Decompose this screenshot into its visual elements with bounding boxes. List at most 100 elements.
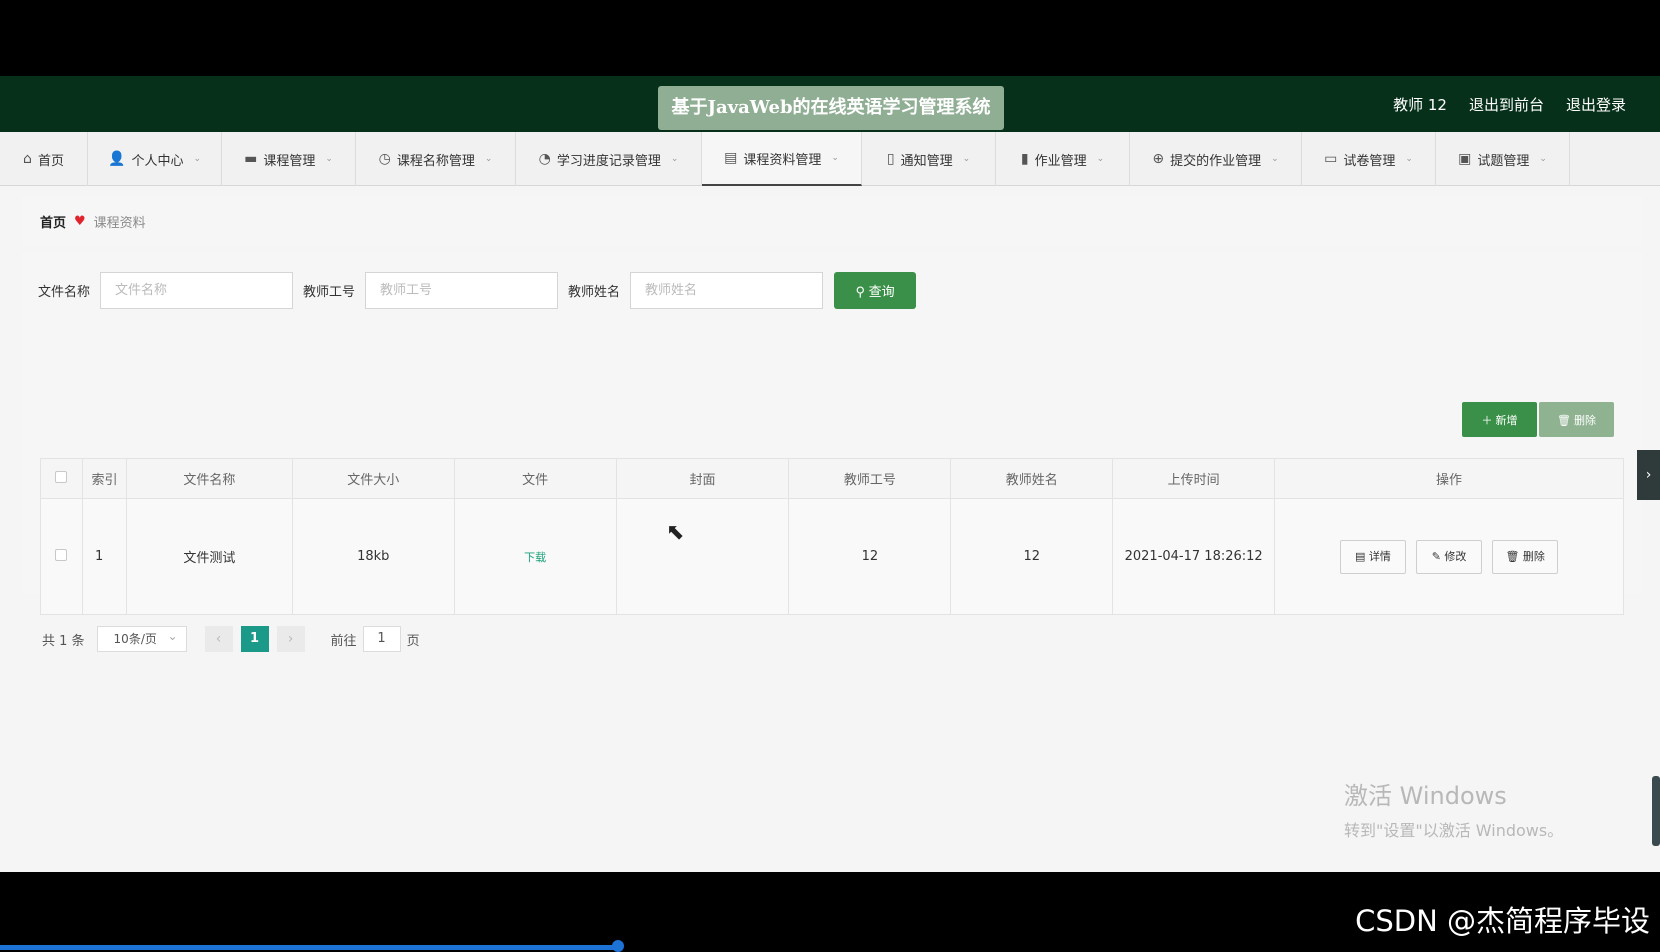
nav-item-5[interactable]: ▤ 课程资料管理 ⌄ bbox=[702, 132, 862, 186]
col-header-upload-time: 上传时间 bbox=[1112, 458, 1276, 499]
chevron-down-icon: ⌄ bbox=[1271, 154, 1279, 164]
chevron-down-icon: ⌄ bbox=[670, 154, 679, 164]
bulk-delete-label: 删除 bbox=[1574, 414, 1597, 427]
doc-icon: ▤ bbox=[1354, 549, 1369, 563]
chevron-down-icon: ⌄ bbox=[962, 154, 971, 164]
screen-frame: 基于JavaWeb的在线英语学习管理系统 教师 12 退出到前台 退出登录 ⌂ 首… bbox=[0, 0, 1660, 952]
select-all-cell bbox=[40, 458, 83, 499]
nav-item-9[interactable]: ▭ 试卷管理 ⌄ bbox=[1302, 132, 1436, 186]
file-name-label: 文件名称 bbox=[38, 285, 91, 300]
table-header-row: 索引 文件名称 文件大小 文件 封面 教师工号 教师姓名 上传时间 操作 bbox=[40, 458, 1624, 499]
next-page-button[interactable]: › bbox=[276, 626, 305, 652]
plus-icon: ＋ bbox=[1481, 414, 1496, 427]
col-header-file-size: 文件大小 bbox=[291, 458, 455, 499]
goto-label: 前往 bbox=[330, 633, 357, 649]
goto-page-input[interactable]: 1 bbox=[362, 626, 401, 652]
mouse-cursor-icon: ⬉ bbox=[666, 520, 685, 545]
chevron-down-icon: ⌄ bbox=[325, 154, 333, 164]
nav-item-label: 试题管理 bbox=[1477, 153, 1530, 169]
nav-item-label: 学习进度记录管理 bbox=[556, 153, 661, 169]
nav-item-6[interactable]: ▯ 通知管理 ⌄ bbox=[862, 132, 996, 186]
nav-item-label: 个人中心 bbox=[131, 153, 184, 169]
header-user-area: 教师 12 退出到前台 退出登录 bbox=[1393, 76, 1626, 132]
user-icon: 👤 bbox=[108, 151, 126, 167]
edit-button[interactable]: ✎ 修改 bbox=[1416, 539, 1483, 574]
col-header-cover: 封面 bbox=[615, 458, 790, 499]
nav-item-label: 试卷管理 bbox=[1343, 153, 1396, 169]
chevron-down-icon: ⌄ bbox=[1096, 154, 1105, 164]
breadcrumb-current: 课程资料 bbox=[93, 215, 146, 231]
main-nav: ⌂ 首页 👤 个人中心 ⌄ ▬ 课程管理 ⌄ ◷ 课程名称管理 ⌄ ◔ 学习进度记录管理 ⌄ ▤ 课程资料管理… bbox=[0, 132, 1660, 186]
nav-item-1[interactable]: 👤 个人中心 ⌄ bbox=[88, 132, 222, 186]
col-header-index: 索引 bbox=[81, 458, 127, 499]
chevron-down-icon: ⌄ bbox=[831, 153, 839, 163]
cell-teacher-no: 12 bbox=[788, 498, 952, 615]
nav-item-8[interactable]: ⊕ 提交的作业管理 ⌄ bbox=[1130, 132, 1302, 186]
cell-cover bbox=[615, 498, 790, 615]
query-button[interactable]: ⚲ 查询 bbox=[834, 272, 917, 309]
back-to-front-link[interactable]: 退出到前台 bbox=[1469, 94, 1544, 115]
col-header-file: 文件 bbox=[453, 458, 617, 499]
download-link[interactable]: 下载 bbox=[524, 551, 546, 564]
query-button-label: 查询 bbox=[868, 284, 895, 299]
file-name-input[interactable] bbox=[100, 272, 294, 309]
mic-icon: ▯ bbox=[886, 151, 895, 167]
add-button-label: 新增 bbox=[1495, 414, 1518, 427]
cell-upload-time: 2021-04-17 18:26:12 bbox=[1112, 498, 1276, 615]
select-all-checkbox[interactable] bbox=[55, 470, 68, 483]
pagination: 共 1 条 10条/页 ‹ 1 › 前往 1 页 bbox=[42, 624, 420, 652]
edit-label: 修改 bbox=[1444, 549, 1467, 563]
video-progress-handle[interactable] bbox=[612, 940, 624, 952]
nav-item-label: 作业管理 bbox=[1034, 153, 1087, 169]
chat-icon: ▭ bbox=[1324, 151, 1338, 167]
nav-item-label: 通知管理 bbox=[900, 153, 953, 169]
logout-link[interactable]: 退出登录 bbox=[1566, 94, 1626, 115]
nav-item-label: 首页 bbox=[37, 153, 64, 169]
chevron-down-icon: ⌄ bbox=[1405, 154, 1413, 164]
prev-page-button[interactable]: ‹ bbox=[204, 626, 233, 652]
bar-chart-icon: ▮ bbox=[1020, 151, 1029, 167]
nav-item-0[interactable]: ⌂ 首页 bbox=[0, 132, 88, 186]
teacher-name-label: 教师姓名 bbox=[568, 285, 621, 300]
col-header-teacher-name: 教师姓名 bbox=[950, 458, 1114, 499]
nav-item-7[interactable]: ▮ 作业管理 ⌄ bbox=[996, 132, 1130, 186]
chevron-down-icon: ⌄ bbox=[193, 154, 201, 164]
col-header-file-name: 文件名称 bbox=[125, 458, 293, 499]
nav-item-label: 课程资料管理 bbox=[743, 152, 822, 168]
clipboard-icon: ▣ bbox=[1458, 151, 1472, 167]
chevron-down-icon: ⌄ bbox=[484, 154, 493, 164]
briefcase-icon: ▤ bbox=[724, 150, 738, 166]
side-scroll-handle[interactable] bbox=[1652, 776, 1660, 846]
row-checkbox[interactable] bbox=[55, 548, 68, 561]
nav-item-10[interactable]: ▣ 试题管理 ⌄ bbox=[1436, 132, 1570, 186]
delete-button[interactable]: 🗑 删除 bbox=[1492, 539, 1559, 574]
side-expand-tab[interactable]: › bbox=[1637, 450, 1660, 500]
cell-actions: ▤ 详情 ✎ 修改 🗑 删除 bbox=[1274, 498, 1624, 615]
breadcrumb: 首页 ♥ 课程资料 bbox=[22, 196, 1642, 246]
page-number-current[interactable]: 1 bbox=[240, 626, 269, 652]
nav-item-4[interactable]: ◔ 学习进度记录管理 ⌄ bbox=[516, 132, 702, 186]
table-row: 1 文件测试 18kb 下载 12 12 2021-04-17 18:26:12… bbox=[40, 498, 1624, 615]
detail-button[interactable]: ▤ 详情 bbox=[1339, 539, 1406, 574]
breadcrumb-home[interactable]: 首页 bbox=[40, 212, 66, 231]
book-icon: ▬ bbox=[244, 151, 258, 167]
bulk-delete-button[interactable]: 🗑 删除 bbox=[1539, 402, 1614, 437]
teacher-name-input[interactable] bbox=[630, 272, 824, 309]
content-card: 文件名称 教师工号 教师姓名 ⚲ 查询 ＋ 新增 🗑 删除 索引 文 bbox=[22, 252, 1642, 652]
cell-file-name: 文件测试 bbox=[125, 498, 293, 615]
cell-teacher-name: 12 bbox=[950, 498, 1114, 615]
video-progress-bar[interactable] bbox=[0, 945, 618, 950]
search-icon: ⚲ bbox=[855, 284, 869, 299]
nav-item-3[interactable]: ◷ 课程名称管理 ⌄ bbox=[356, 132, 516, 186]
windows-activation-watermark: 激活 Windows 转到"设置"以激活 Windows。 bbox=[1344, 776, 1563, 841]
page-size-select[interactable]: 10条/页 bbox=[96, 624, 187, 652]
trash-icon: 🗑 bbox=[1556, 414, 1575, 427]
col-header-teacher-no: 教师工号 bbox=[788, 458, 952, 499]
add-button[interactable]: ＋ 新增 bbox=[1462, 402, 1537, 437]
heart-icon: ♥ bbox=[74, 213, 86, 229]
nav-item-label: 提交的作业管理 bbox=[1170, 153, 1262, 169]
globe-icon: ⊕ bbox=[1152, 151, 1165, 167]
teacher-no-input[interactable] bbox=[365, 272, 559, 309]
trash-icon: 🗑 bbox=[1505, 549, 1523, 563]
nav-item-2[interactable]: ▬ 课程管理 ⌄ bbox=[222, 132, 356, 186]
